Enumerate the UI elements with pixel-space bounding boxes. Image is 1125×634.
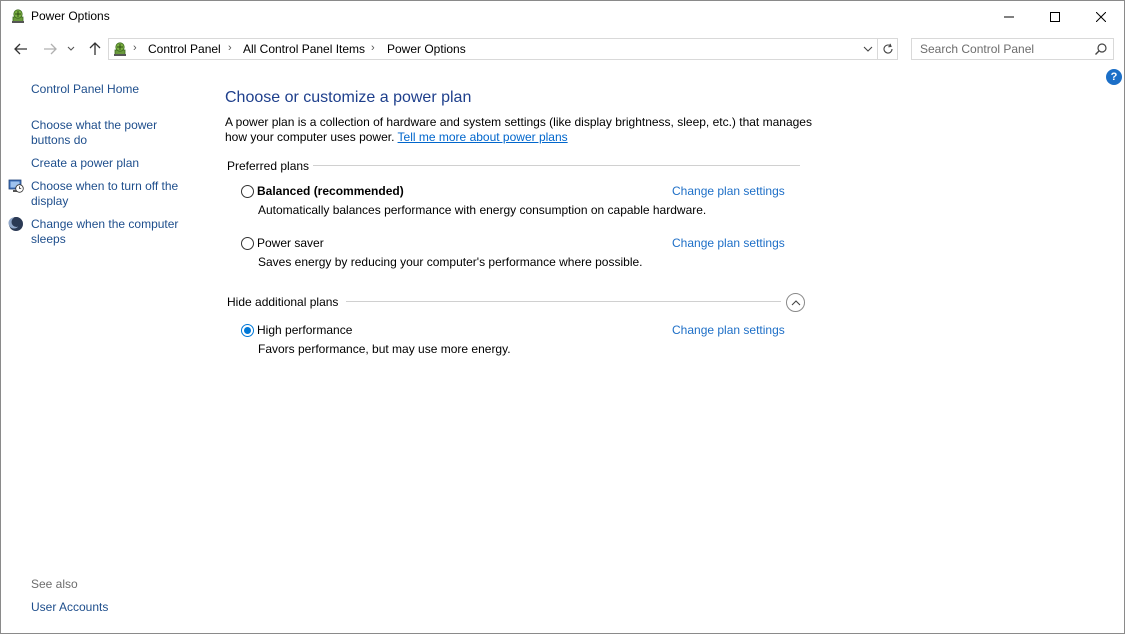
computer-sleeps-link[interactable]: Change when the computer sleeps: [31, 217, 186, 247]
breadcrumb-control-panel[interactable]: Control Panel: [148, 42, 221, 56]
balanced-change-settings-link[interactable]: Change plan settings: [672, 184, 785, 198]
balanced-plan-description: Automatically balances performance with …: [258, 203, 707, 217]
title-bar: Power Options: [1, 1, 1124, 32]
balanced-plan-name[interactable]: Balanced (recommended): [257, 184, 404, 198]
help-button[interactable]: ?: [1106, 69, 1122, 85]
breadcrumb-all-items[interactable]: All Control Panel Items: [243, 42, 365, 56]
breadcrumb-power-options[interactable]: Power Options: [387, 42, 466, 56]
preferred-plans-divider: [313, 165, 800, 166]
refresh-button[interactable]: [878, 38, 898, 60]
arrow-left-icon: [14, 43, 27, 55]
power-options-window: Power Options › Control Panel › All Cont…: [0, 0, 1125, 634]
window-title: Power Options: [31, 9, 110, 23]
tell-me-more-link[interactable]: Tell me more about power plans: [398, 130, 568, 144]
high-performance-change-settings-link[interactable]: Change plan settings: [672, 323, 785, 337]
search-icon[interactable]: [1094, 42, 1108, 56]
close-button[interactable]: [1078, 1, 1124, 32]
address-dropdown-button[interactable]: [861, 42, 875, 56]
minimize-icon: [1004, 16, 1014, 17]
create-power-plan-link[interactable]: Create a power plan: [31, 156, 139, 171]
hide-additional-plans-header[interactable]: Hide additional plans: [227, 295, 338, 309]
additional-plans-divider: [346, 301, 781, 302]
recent-locations-button[interactable]: [64, 39, 78, 59]
up-button[interactable]: [85, 39, 105, 59]
collapse-additional-plans-button[interactable]: [786, 293, 805, 312]
close-icon: [1096, 11, 1106, 22]
chevron-up-icon: [791, 299, 800, 305]
control-panel-icon: [114, 42, 126, 56]
power-saver-change-settings-link[interactable]: Change plan settings: [672, 236, 785, 250]
see-also-label: See also: [31, 577, 78, 591]
high-performance-plan-description: Favors performance, but may use more ene…: [258, 342, 511, 356]
search-input[interactable]: [913, 40, 1093, 58]
power-buttons-link[interactable]: Choose what the power buttons do: [31, 118, 171, 148]
chevron-down-icon: [67, 46, 75, 51]
maximize-icon: [1050, 11, 1060, 22]
refresh-icon: [883, 43, 893, 54]
arrow-right-icon: [44, 43, 57, 55]
power-saver-plan-name[interactable]: Power saver: [257, 236, 324, 250]
high-performance-plan-name[interactable]: High performance: [257, 323, 352, 337]
forward-button[interactable]: [40, 39, 60, 59]
power-saver-plan-description: Saves energy by reducing your computer's…: [258, 255, 643, 269]
control-panel-home-link[interactable]: Control Panel Home: [31, 82, 139, 97]
breadcrumb-separator[interactable]: ›: [371, 42, 375, 54]
back-button[interactable]: [11, 39, 31, 59]
chevron-down-icon: [863, 46, 873, 52]
high-performance-radio[interactable]: [241, 324, 254, 337]
power-saver-radio[interactable]: [241, 237, 254, 250]
minimize-button[interactable]: [986, 1, 1032, 32]
balanced-radio[interactable]: [241, 185, 254, 198]
breadcrumb-separator[interactable]: ›: [133, 42, 137, 54]
turn-off-display-link[interactable]: Choose when to turn off the display: [31, 179, 186, 209]
display-clock-icon: [8, 179, 24, 193]
power-options-app-icon: [12, 9, 24, 23]
address-bar[interactable]: › Control Panel › All Control Panel Item…: [108, 38, 878, 60]
moon-icon: [8, 217, 23, 231]
arrow-up-icon: [89, 42, 101, 55]
user-accounts-link[interactable]: User Accounts: [31, 600, 108, 615]
preferred-plans-header: Preferred plans: [227, 159, 310, 173]
search-box[interactable]: [911, 38, 1114, 60]
maximize-button[interactable]: [1032, 1, 1078, 32]
page-description: A power plan is a collection of hardware…: [225, 115, 815, 145]
page-title: Choose or customize a power plan: [225, 89, 472, 106]
breadcrumb-separator[interactable]: ›: [228, 42, 232, 54]
